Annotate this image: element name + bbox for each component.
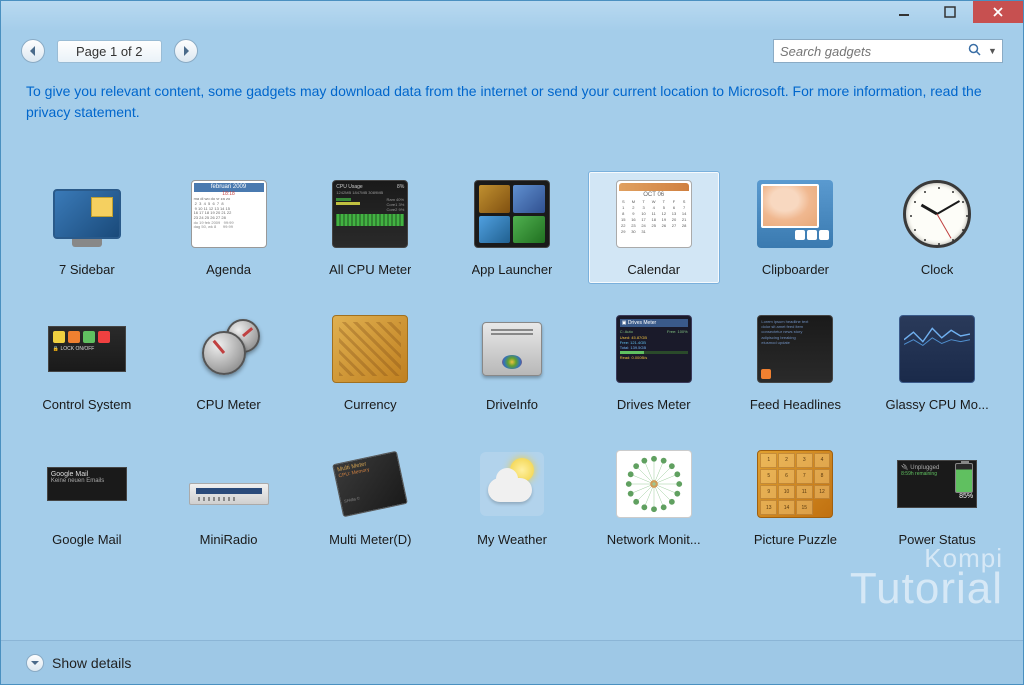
drives-meter-icon: ▣ Drives MeterC: AutoFree: 100%Used: 45.… — [614, 313, 694, 385]
search-icon[interactable] — [968, 43, 982, 60]
show-details-button[interactable]: Show details — [26, 654, 131, 672]
google-mail-icon: Google MailKeine neuen Emails — [47, 448, 127, 520]
sidebar-monitor-icon — [47, 178, 127, 250]
gadget-label: Glassy CPU Mo... — [885, 397, 988, 412]
maximize-button[interactable] — [927, 1, 973, 23]
gadget-label: Google Mail — [52, 532, 121, 547]
gadget-label: MiniRadio — [200, 532, 258, 547]
gadget-item-cpu-gauge[interactable]: CPU Meter — [163, 306, 295, 419]
chevron-down-icon — [26, 654, 44, 672]
glassy-cpu-icon — [897, 313, 977, 385]
mini-radio-icon — [189, 448, 269, 520]
gadget-item-mini-radio[interactable]: MiniRadio — [163, 441, 295, 554]
currency-icon — [330, 313, 410, 385]
gadget-label: 7 Sidebar — [59, 262, 115, 277]
gadget-label: Power Status — [898, 532, 975, 547]
next-page-button[interactable] — [174, 39, 198, 63]
gadget-item-weather[interactable]: My Weather — [446, 441, 578, 554]
gadget-label: Network Monit... — [607, 532, 701, 547]
gadget-label: Control System — [42, 397, 131, 412]
gadget-gallery-window: Page 1 of 2 ▼ To give you relevant conte… — [0, 0, 1024, 685]
gadget-item-agenda-calendar[interactable]: februari 200918:18ma di wo do vr za zo 2… — [163, 171, 295, 284]
gadget-label: My Weather — [477, 532, 547, 547]
gadget-item-feed-headlines[interactable]: Lorem ipsum headline textdolor sit amet … — [730, 306, 862, 419]
gadget-label: Feed Headlines — [750, 397, 841, 412]
gadget-item-google-mail[interactable]: Google MailKeine neuen Emails Google Mail — [21, 441, 153, 554]
gadget-item-multi-meter[interactable]: Multi MeterCPU: MemorySFkilla © Multi Met… — [304, 441, 436, 554]
search-dropdown-icon[interactable]: ▼ — [988, 46, 996, 56]
gadget-label: Picture Puzzle — [754, 532, 837, 547]
gadget-item-glassy-cpu[interactable]: Glassy CPU Mo... — [871, 306, 1003, 419]
gadget-label: CPU Meter — [196, 397, 260, 412]
gadget-label: Clock — [921, 262, 954, 277]
gadget-item-app-launcher[interactable]: App Launcher — [446, 171, 578, 284]
calendar-icon: OCT 06SMTWTFS123456789101112131415161718… — [614, 178, 694, 250]
gadget-item-cpu-meter-all[interactable]: CPU Usage8%1242MB 1847MB 3089MBRam 40%Co… — [304, 171, 436, 284]
gadget-item-sidebar-monitor[interactable]: 7 Sidebar — [21, 171, 153, 284]
agenda-calendar-icon: februari 200918:18ma di wo do vr za zo 2… — [189, 178, 269, 250]
weather-icon — [472, 448, 552, 520]
gadget-item-currency[interactable]: Currency — [304, 306, 436, 419]
app-launcher-icon — [472, 178, 552, 250]
gadget-item-drives-meter[interactable]: ▣ Drives MeterC: AutoFree: 100%Used: 45.… — [588, 306, 720, 419]
gadget-item-analog-clock[interactable]: Clock — [871, 171, 1003, 284]
search-box[interactable]: ▼ — [773, 39, 1003, 63]
gadget-item-network-monitor[interactable]: Network Monit... — [588, 441, 720, 554]
privacy-info-text[interactable]: To give you relevant content, some gadge… — [1, 71, 1023, 131]
gadget-gallery: 7 Sidebar februari 200918:18ma di wo do v… — [1, 131, 1023, 640]
gadget-item-picture-puzzle[interactable]: 123456789101112131415 Picture Puzzle — [730, 441, 862, 554]
drive-info-icon — [472, 313, 552, 385]
close-button[interactable] — [973, 1, 1023, 23]
prev-page-button[interactable] — [21, 39, 45, 63]
gadget-label: All CPU Meter — [329, 262, 411, 277]
multi-meter-icon: Multi MeterCPU: MemorySFkilla © — [330, 448, 410, 520]
gadget-label: Calendar — [627, 262, 680, 277]
network-monitor-icon — [614, 448, 694, 520]
gadget-label: Multi Meter(D) — [329, 532, 411, 547]
search-input[interactable] — [780, 44, 964, 59]
feed-headlines-icon: Lorem ipsum headline textdolor sit amet … — [755, 313, 835, 385]
titlebar — [1, 1, 1023, 31]
control-system-icon: 🔒 LOCK ON/OFF — [47, 313, 127, 385]
page-indicator: Page 1 of 2 — [57, 40, 162, 63]
gadget-label: Clipboarder — [762, 262, 829, 277]
gadget-item-control-system[interactable]: 🔒 LOCK ON/OFF Control System — [21, 306, 153, 419]
show-details-label: Show details — [52, 655, 131, 671]
minimize-button[interactable] — [881, 1, 927, 23]
gadget-item-power-status[interactable]: 🔌 Unplugged8:59h remaining85% Power Statu… — [871, 441, 1003, 554]
gadget-item-drive-info[interactable]: DriveInfo — [446, 306, 578, 419]
gadget-label: Agenda — [206, 262, 251, 277]
power-status-icon: 🔌 Unplugged8:59h remaining85% — [897, 448, 977, 520]
clipboarder-icon — [755, 178, 835, 250]
toolbar: Page 1 of 2 ▼ — [1, 31, 1023, 71]
picture-puzzle-icon: 123456789101112131415 — [755, 448, 835, 520]
gadget-label: Drives Meter — [617, 397, 691, 412]
gadget-label: DriveInfo — [486, 397, 538, 412]
cpu-meter-all-icon: CPU Usage8%1242MB 1847MB 3089MBRam 40%Co… — [330, 178, 410, 250]
cpu-gauge-icon — [189, 313, 269, 385]
gadget-item-clipboarder[interactable]: Clipboarder — [730, 171, 862, 284]
footer: Show details — [1, 640, 1023, 684]
gadget-label: App Launcher — [472, 262, 553, 277]
analog-clock-icon — [897, 178, 977, 250]
gadget-item-calendar[interactable]: OCT 06SMTWTFS123456789101112131415161718… — [588, 171, 720, 284]
gadget-label: Currency — [344, 397, 397, 412]
